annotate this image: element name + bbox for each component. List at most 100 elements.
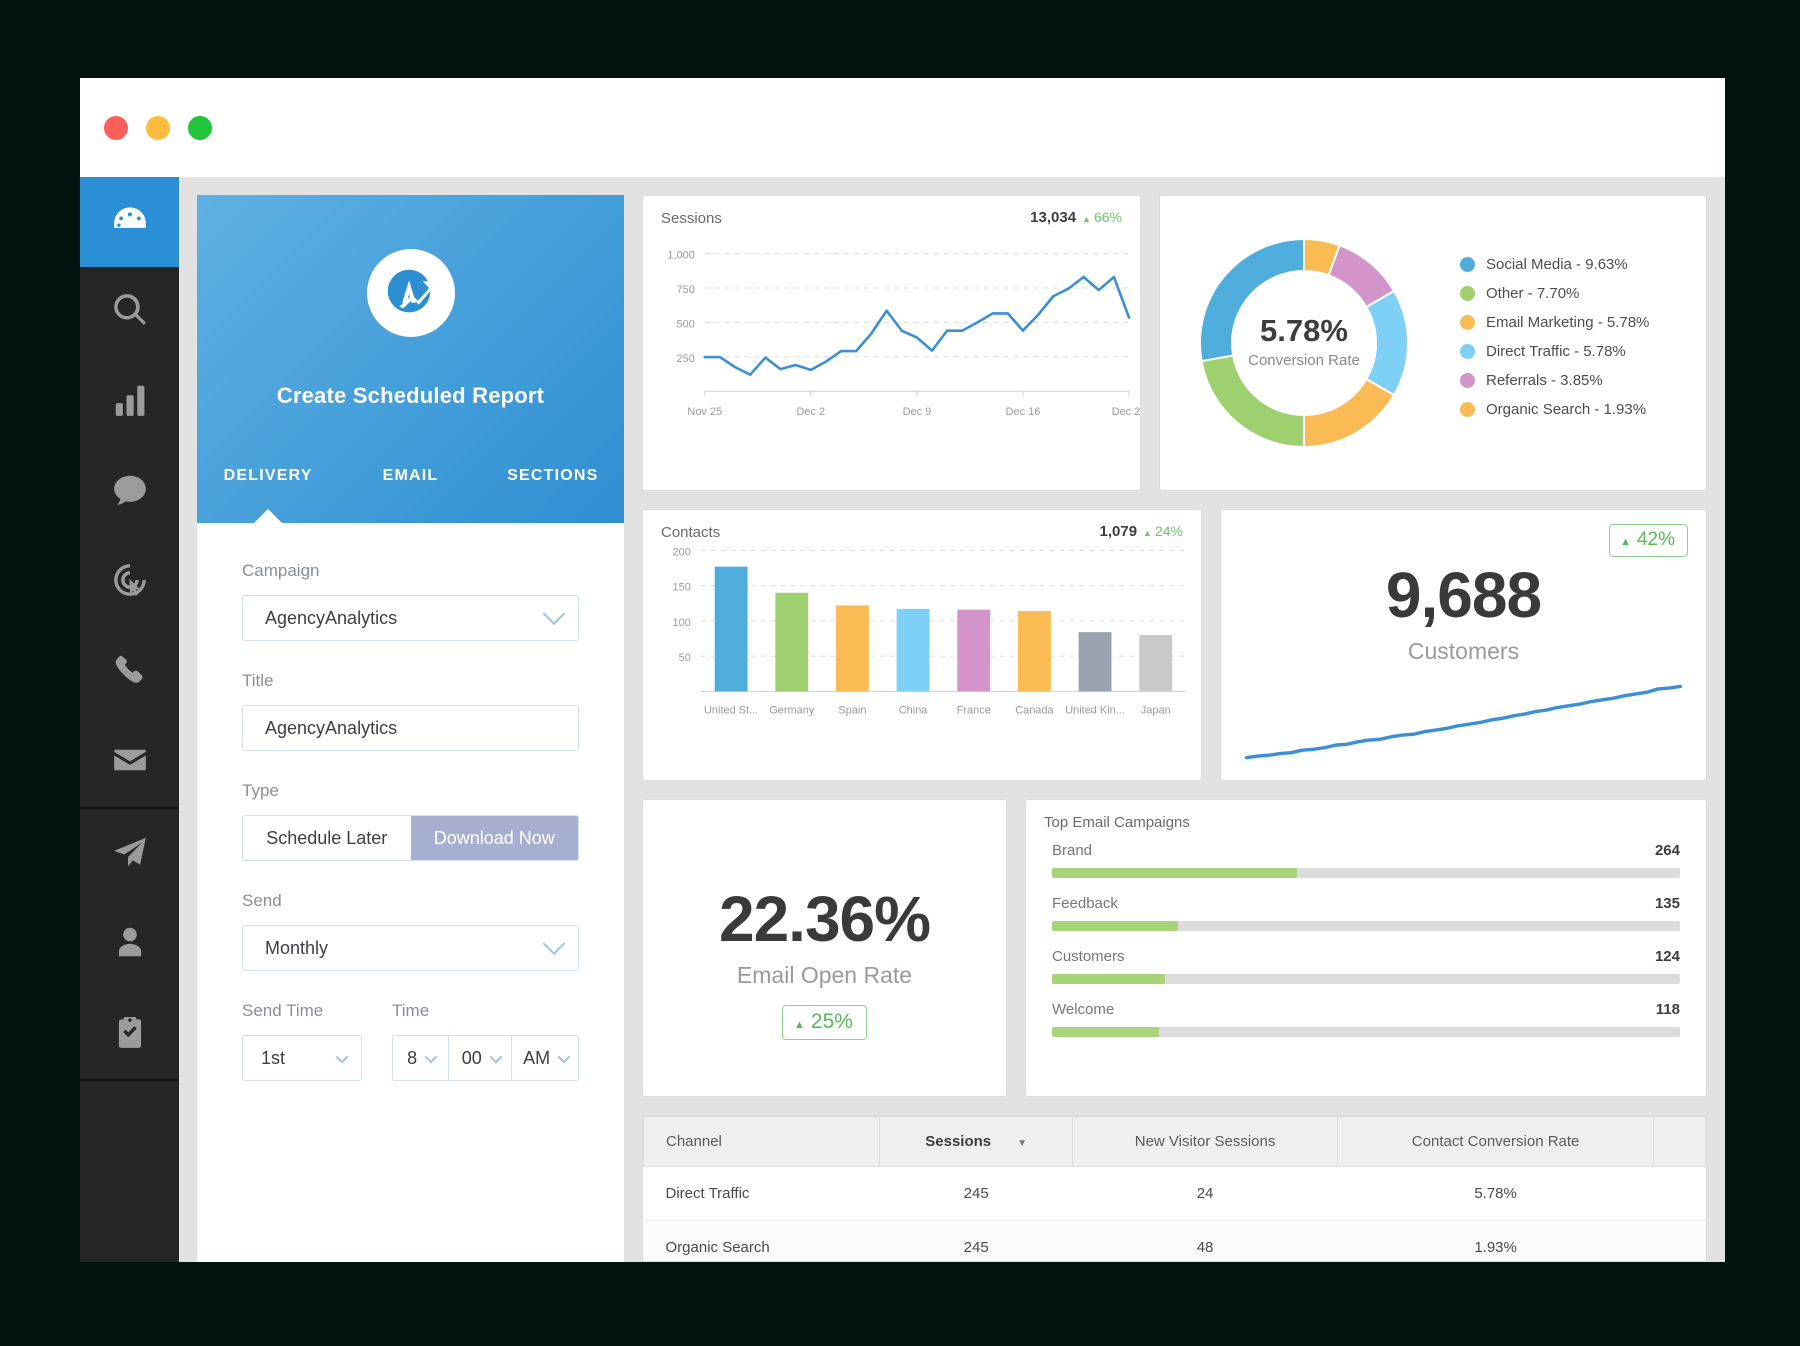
campaign-select[interactable]: AgencyAnalytics xyxy=(242,595,579,641)
top-email-campaigns-card[interactable]: Top Email Campaigns Brand 264 Feedback 135 C… xyxy=(1025,799,1707,1097)
legend-item[interactable]: Other - 7.70% xyxy=(1460,285,1649,302)
sessions-title: Sessions xyxy=(661,210,722,227)
table-header-cell[interactable]: Channel xyxy=(643,1116,881,1167)
sidebar-item-email[interactable] xyxy=(80,717,179,807)
meridiem-value: AM xyxy=(523,1047,551,1068)
campaign-list: Brand 264 Feedback 135 Customers 124 Welcome 11… xyxy=(1026,800,1706,1037)
svg-text:Dec 2: Dec 2 xyxy=(797,406,826,418)
sidebar-item-calls[interactable] xyxy=(80,627,179,717)
legend-item[interactable]: Email Marketing - 5.78% xyxy=(1460,314,1649,331)
sidebar-item-goals[interactable] xyxy=(80,537,179,627)
maximize-window-icon[interactable] xyxy=(188,115,212,140)
open-rate-delta-badge: 25% xyxy=(782,1005,867,1040)
time-label: Time xyxy=(392,1001,430,1020)
legend-color-swatch xyxy=(1460,286,1475,301)
widget-row-2: Contacts 1,079 24% 50 100 150 200 United St..… xyxy=(642,509,1707,781)
svg-text:Nov 25: Nov 25 xyxy=(687,406,722,418)
app-body: Create Scheduled Report DELIVERY EMAIL S… xyxy=(80,177,1725,1262)
download-now-button[interactable]: Download Now xyxy=(410,816,578,860)
campaign-head: Feedback 135 xyxy=(1052,895,1680,912)
minimize-window-icon[interactable] xyxy=(146,115,170,140)
svg-text:Spain: Spain xyxy=(838,704,866,716)
donut-wrap: 5.78% Conversion Rate Social Media - 9.63… xyxy=(1160,196,1706,490)
channel-table: Channel Sessions ▼ New Visitor Sessions Cont… xyxy=(643,1116,1706,1261)
svg-text:France: France xyxy=(957,704,991,716)
campaign-head: Brand 264 xyxy=(1052,842,1680,859)
customers-card[interactable]: 42% 9,688 Customers xyxy=(1220,509,1707,781)
svg-text:100: 100 xyxy=(673,617,691,629)
tab-sections[interactable]: SECTIONS xyxy=(482,467,624,523)
widget-grid: Sessions 13,034 66% 250 500 750 1,000 Nov 25 D… xyxy=(642,195,1707,1262)
minute-select[interactable]: 00 xyxy=(448,1035,513,1081)
sessions-card[interactable]: Sessions 13,034 66% 250 500 750 1,000 Nov 25 D… xyxy=(642,195,1141,491)
target-icon xyxy=(111,561,149,604)
sidebar-item-campaigns[interactable] xyxy=(80,809,179,899)
table-row[interactable]: Direct Traffic 245 24 5.78% xyxy=(643,1166,1706,1221)
legend-item[interactable]: Social Media - 9.63% xyxy=(1460,256,1649,273)
svg-text:250: 250 xyxy=(677,353,695,365)
send-frequency-select[interactable]: Monthly xyxy=(242,925,579,971)
tab-email[interactable]: EMAIL xyxy=(339,467,481,523)
sidebar-divider-2 xyxy=(80,1079,179,1081)
send-day-select[interactable]: 1st xyxy=(242,1035,362,1081)
close-window-icon[interactable] xyxy=(104,115,128,140)
email-open-rate-card[interactable]: 22.36% Email Open Rate 25% xyxy=(642,799,1007,1097)
phone-icon xyxy=(111,651,149,694)
time-row: Send Time 1st Time 8 00 AM xyxy=(242,1001,579,1081)
contacts-title: Contacts xyxy=(661,524,721,541)
table-header-cell[interactable]: New Visitor Sessions xyxy=(1071,1116,1339,1167)
table-cell: 245 xyxy=(879,1166,1073,1221)
table-row[interactable]: Organic Search 245 48 1.93% xyxy=(643,1220,1706,1261)
report-form: Campaign AgencyAnalytics Title AgencyAna… xyxy=(197,523,624,1121)
browser-window: Create Scheduled Report DELIVERY EMAIL S… xyxy=(80,78,1725,1262)
legend-item[interactable]: Direct Traffic - 5.78% xyxy=(1460,343,1649,360)
type-label: Type xyxy=(242,781,279,800)
sidebar-item-search[interactable] xyxy=(80,267,179,357)
title-input[interactable]: AgencyAnalytics xyxy=(242,705,579,751)
sidebar-item-analytics[interactable] xyxy=(80,357,179,447)
panel-title: Create Scheduled Report xyxy=(276,383,545,408)
campaign-progress-track xyxy=(1052,921,1680,931)
sidebar xyxy=(80,177,179,1262)
table-cell xyxy=(1653,1220,1706,1261)
agencyanalytics-logo-icon xyxy=(366,249,455,337)
legend-item[interactable]: Referrals - 3.85% xyxy=(1460,372,1649,389)
sidebar-item-messages[interactable] xyxy=(80,447,179,537)
title-value: AgencyAnalytics xyxy=(265,717,398,738)
sidebar-item-dashboard[interactable] xyxy=(80,177,179,267)
send-day-value: 1st xyxy=(261,1047,286,1068)
meridiem-select[interactable]: AM xyxy=(511,1035,579,1081)
table-cell: 24 xyxy=(1072,1166,1338,1221)
title-label: Title xyxy=(242,671,274,690)
svg-text:1,000: 1,000 xyxy=(667,250,694,262)
legend-label: Social Media - 9.63% xyxy=(1486,256,1628,273)
customers-sparkline xyxy=(1244,684,1683,760)
channel-table-card[interactable]: Channel Sessions ▼ New Visitor Sessions Cont… xyxy=(642,1115,1707,1262)
legend-label: Other - 7.70% xyxy=(1486,285,1580,302)
envelope-icon xyxy=(111,741,149,784)
tab-delivery[interactable]: DELIVERY xyxy=(197,467,339,523)
hour-select[interactable]: 8 xyxy=(392,1035,450,1081)
table-cell: 5.78% xyxy=(1337,1166,1654,1221)
sidebar-item-contacts[interactable] xyxy=(80,899,179,989)
schedule-later-button[interactable]: Schedule Later xyxy=(243,816,411,860)
svg-text:Dec 16: Dec 16 xyxy=(1006,406,1041,418)
time-group-wrap: Time 8 00 AM xyxy=(392,1001,579,1081)
campaign-row: Brand 264 xyxy=(1052,842,1680,878)
donut-legend: Social Media - 9.63% Other - 7.70% Email M… xyxy=(1460,256,1649,430)
table-header-cell[interactable] xyxy=(1653,1116,1706,1167)
bar-chart-icon xyxy=(111,381,149,424)
campaign-row: Feedback 135 xyxy=(1052,895,1680,931)
sidebar-item-tasks[interactable] xyxy=(80,989,179,1079)
campaign-value: AgencyAnalytics xyxy=(265,607,398,628)
legend-color-swatch xyxy=(1460,257,1475,272)
contacts-total: 1,079 24% xyxy=(1100,523,1184,540)
contacts-card[interactable]: Contacts 1,079 24% 50 100 150 200 United St..… xyxy=(642,509,1202,781)
table-header-cell[interactable]: Sessions ▼ xyxy=(879,1116,1073,1167)
conversion-rate-card[interactable]: 5.78% Conversion Rate Social Media - 9.63… xyxy=(1159,195,1707,491)
legend-color-swatch xyxy=(1460,373,1475,388)
table-header-cell[interactable]: Contact Conversion Rate xyxy=(1337,1116,1654,1167)
svg-text:United Kin...: United Kin... xyxy=(1065,704,1125,716)
legend-item[interactable]: Organic Search - 1.93% xyxy=(1460,401,1649,418)
sessions-line-chart: 250 500 750 1,000 Nov 25 Dec 2 Dec 9 Dec 16 Dec … xyxy=(667,250,1140,419)
